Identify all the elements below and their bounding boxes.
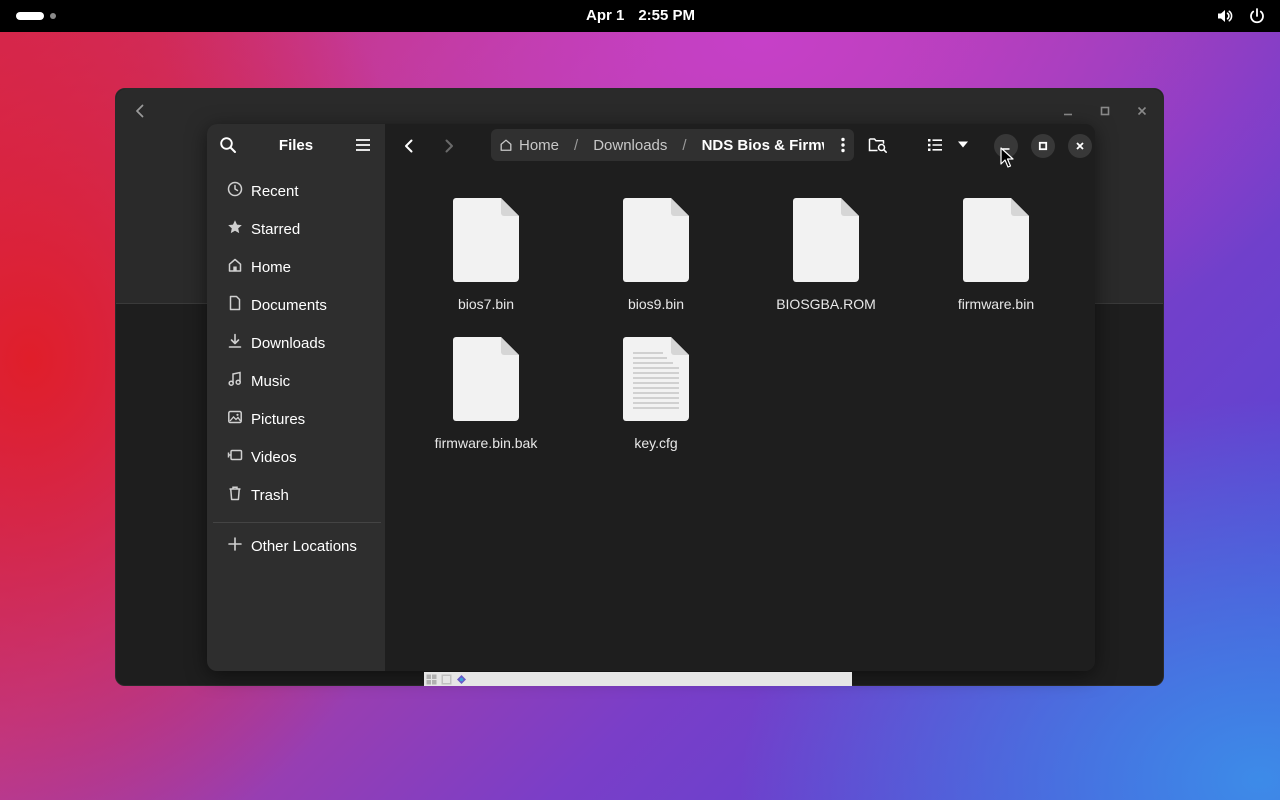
breadcrumb-home[interactable]: Home	[499, 137, 559, 154]
sidebar-item-home[interactable]: Home	[213, 250, 379, 284]
maximize-button[interactable]	[1031, 134, 1055, 158]
star-icon	[227, 219, 243, 239]
back-arrow-icon[interactable]	[130, 101, 150, 121]
sidebar-item-documents[interactable]: Documents	[213, 288, 379, 322]
hamburger-menu-icon[interactable]	[355, 137, 371, 158]
sidebar-item-label: Music	[251, 372, 291, 390]
breadcrumb-separator: /	[682, 136, 687, 154]
sidebar-item-recent[interactable]: Recent	[213, 174, 379, 208]
path-bar[interactable]: Home / Downloads / NDS Bios & Firmw	[491, 129, 854, 161]
sidebar-item-pictures[interactable]: Pictures	[213, 402, 379, 436]
search-folder-icon[interactable]	[868, 136, 888, 154]
binary-file-icon	[963, 198, 1029, 282]
file-name: bios9.bin	[627, 296, 685, 312]
files-window: Files Recent Starred Home Documents Down…	[207, 124, 1095, 671]
grid-icon[interactable]	[426, 674, 437, 685]
top-bar: Apr 1 2:55 PM	[0, 0, 1280, 32]
mouse-pointer-icon	[1000, 147, 1014, 174]
breadcrumb-separator: /	[574, 136, 579, 154]
clock-date: Apr 1	[586, 7, 625, 24]
plus-icon	[227, 536, 243, 556]
sidebar-item-label: Other Locations	[251, 537, 357, 555]
breadcrumb-downloads[interactable]: Downloads	[593, 137, 667, 154]
home-icon	[227, 257, 243, 277]
clock-icon	[227, 181, 243, 201]
system-tray[interactable]	[1216, 7, 1266, 25]
sidebar-item-other-locations[interactable]: Other Locations	[213, 529, 379, 563]
forward-button[interactable]	[435, 134, 463, 158]
close-icon[interactable]	[1132, 101, 1152, 121]
document-icon	[227, 295, 243, 315]
file-name: BIOSGBA.ROM	[776, 296, 876, 312]
chevron-down-icon[interactable]	[957, 139, 969, 149]
maximize-icon[interactable]	[1095, 101, 1115, 121]
sidebar-item-label: Pictures	[251, 410, 306, 428]
minimize-icon[interactable]	[1058, 101, 1078, 121]
music-icon	[227, 371, 243, 391]
maximize-icon	[1038, 141, 1048, 151]
sidebar-item-label: Documents	[251, 296, 327, 314]
chevron-right-icon	[445, 139, 453, 153]
clock[interactable]: Apr 1 2:55 PM	[586, 7, 695, 24]
sidebar-item-trash[interactable]: Trash	[213, 478, 379, 512]
trash-icon	[227, 485, 243, 505]
binary-file-icon	[453, 337, 519, 421]
sidebar-item-starred[interactable]: Starred	[213, 212, 379, 246]
close-button[interactable]	[1068, 134, 1092, 158]
activities-indicator[interactable]	[16, 12, 56, 20]
sidebar-item-label: Trash	[251, 486, 289, 504]
back-button[interactable]	[395, 134, 423, 158]
vertical-dots-menu-icon[interactable]	[840, 137, 846, 157]
file-name: bios7.bin	[457, 296, 515, 312]
file-name: firmware.bin.bak	[434, 435, 538, 451]
app-icon[interactable]	[456, 674, 467, 685]
binary-file-icon	[623, 198, 689, 282]
volume-icon[interactable]	[1216, 7, 1234, 25]
main-content: Home / Downloads / NDS Bios & Firmw bios…	[385, 124, 1095, 671]
sidebar-item-label: Starred	[251, 220, 301, 238]
breadcrumb-downloads-label: Downloads	[593, 136, 668, 154]
binary-file-icon	[793, 198, 859, 282]
workspace-active-pill	[16, 12, 44, 20]
sidebar-item-downloads[interactable]: Downloads	[213, 326, 379, 360]
download-icon	[227, 333, 243, 353]
sidebar-item-label: Home	[251, 258, 292, 276]
sidebar-item-label: Videos	[251, 448, 297, 466]
sidebar-item-videos[interactable]: Videos	[213, 440, 379, 474]
home-icon	[500, 139, 512, 151]
list-view-icon[interactable]	[927, 137, 943, 153]
workspace-dot	[50, 13, 56, 19]
sidebar-item-music[interactable]: Music	[213, 364, 379, 398]
power-icon[interactable]	[1248, 7, 1266, 25]
file-name: key.cfg	[634, 435, 678, 451]
text-file-icon	[623, 337, 689, 421]
sidebar: Files Recent Starred Home Documents Down…	[207, 124, 385, 671]
sidebar-header: Files	[207, 124, 385, 166]
file-name: firmware.bin	[957, 296, 1035, 312]
video-icon	[227, 447, 243, 467]
embedded-toolbar-strip	[424, 672, 852, 686]
close-icon	[1076, 142, 1084, 150]
window-icon[interactable]	[441, 674, 452, 685]
sidebar-divider	[213, 522, 381, 523]
breadcrumb-home-label: Home	[519, 136, 560, 154]
clock-time: 2:55 PM	[638, 7, 696, 24]
picture-icon	[227, 409, 243, 429]
breadcrumb-current[interactable]: NDS Bios & Firmw	[702, 137, 824, 154]
chevron-left-icon	[405, 139, 413, 153]
sidebar-item-label: Recent	[251, 182, 299, 200]
binary-file-icon	[453, 198, 519, 282]
sidebar-item-label: Downloads	[251, 334, 326, 352]
